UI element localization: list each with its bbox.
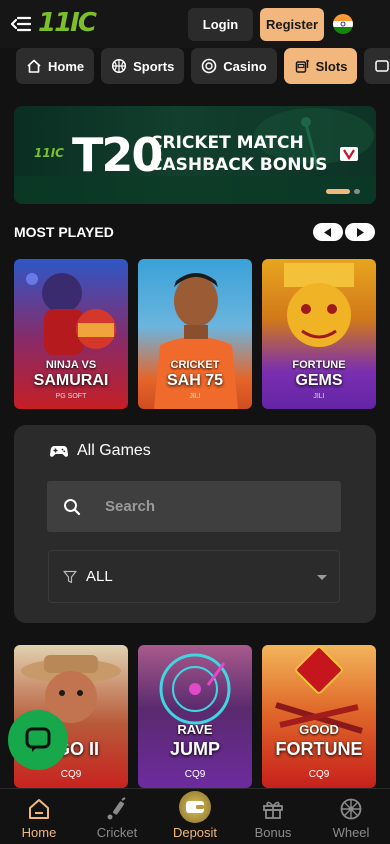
all-games-header: All Games xyxy=(50,442,151,460)
register-button[interactable]: Register xyxy=(260,8,324,41)
bottom-nav-deposit[interactable]: Deposit xyxy=(156,789,234,844)
wheel-icon xyxy=(340,798,362,820)
bottom-nav-deposit-label: Deposit xyxy=(172,825,218,840)
tab-casino-label: Casino xyxy=(223,58,267,74)
filter-icon xyxy=(63,570,77,583)
game-name-top: RAVE xyxy=(177,722,213,737)
live-chat-button[interactable] xyxy=(8,710,68,770)
tab-live[interactable]: L xyxy=(364,48,390,84)
carousel-dot-active[interactable] xyxy=(326,189,350,194)
game-provider: CQ9 xyxy=(184,769,206,780)
game-name-top: FORTUNE xyxy=(292,359,346,371)
game-provider: JILI xyxy=(189,393,201,400)
game-provider: CQ9 xyxy=(308,769,330,780)
game-card-fortune-gems[interactable]: FORTUNE GEMS JILI xyxy=(262,259,376,409)
chip-icon xyxy=(201,58,217,74)
gift-icon xyxy=(263,801,283,819)
india-flag-icon[interactable] xyxy=(333,14,353,34)
turntable-artwork-icon xyxy=(159,653,231,725)
game-card-good-fortune[interactable]: GOOD FORTUNE CQ9 xyxy=(262,645,376,788)
bottom-nav-bonus[interactable]: Bonus xyxy=(234,789,312,844)
game-card-ninja-vs-samurai[interactable]: NINJA VS SAMURAI PG SOFT xyxy=(14,259,128,409)
banner-t20-text: T20 xyxy=(72,128,163,182)
game-name-bottom: GEMS xyxy=(295,372,343,389)
tab-slots-label: Slots xyxy=(315,58,348,74)
search-box[interactable] xyxy=(47,481,341,532)
basketball-icon xyxy=(112,58,127,74)
tab-casino[interactable]: Casino xyxy=(191,48,277,84)
game-provider: CQ9 xyxy=(60,769,82,780)
live-icon xyxy=(375,60,390,72)
wallet-icon xyxy=(186,801,204,813)
bottom-nav-wheel-label: Wheel xyxy=(332,825,370,840)
bottom-nav: Home Cricket Deposit Bonus Wheel xyxy=(0,788,390,844)
banner-logo: 11IC xyxy=(34,146,64,160)
bottom-nav-wheel[interactable]: Wheel xyxy=(312,789,390,844)
chat-bubble-icon xyxy=(25,727,51,752)
carousel-dot[interactable] xyxy=(354,189,360,194)
chevron-down-icon xyxy=(317,575,327,580)
tab-slots[interactable]: Slots xyxy=(283,48,358,84)
game-card-cricket-sah-75[interactable]: CRICKET SAH 75 JILI xyxy=(138,259,252,409)
arrow-left-icon xyxy=(324,227,331,237)
tab-sports-label: Sports xyxy=(133,58,175,74)
banner-line-1: CRICKET MATCH xyxy=(150,133,304,153)
tab-home-label: Home xyxy=(48,58,85,74)
cricket-badge-icon xyxy=(340,147,358,161)
game-name-bottom: SAMURAI xyxy=(33,372,109,389)
brand-logo[interactable]: 11IC xyxy=(38,8,97,38)
filter-value: ALL xyxy=(86,568,113,585)
search-input[interactable] xyxy=(105,498,305,515)
tab-home[interactable]: Home xyxy=(16,48,95,84)
game-filter-select[interactable]: ALL xyxy=(48,550,340,603)
game-name-top: NINJA VS xyxy=(45,359,97,371)
prev-button[interactable] xyxy=(313,223,343,241)
game-name-top: GOOD xyxy=(299,722,339,737)
game-name-top: CRICKET xyxy=(170,359,220,371)
all-games-title: All Games xyxy=(77,442,151,459)
bottom-nav-home[interactable]: Home xyxy=(0,789,78,844)
game-name-bottom: FORTUNE xyxy=(275,739,363,759)
lantern-artwork-icon xyxy=(275,646,363,734)
search-icon xyxy=(64,498,81,515)
bottom-nav-cricket-label: Cricket xyxy=(96,825,138,840)
deposit-icon-wrap xyxy=(179,791,211,823)
bottom-nav-home-label: Home xyxy=(21,825,57,840)
arrow-right-icon xyxy=(357,227,364,237)
login-button[interactable]: Login xyxy=(188,8,253,41)
bottom-nav-cricket[interactable]: Cricket xyxy=(78,789,156,844)
bottom-nav-bonus-label: Bonus xyxy=(254,825,292,840)
game-card-rave-jump[interactable]: RAVE JUMP CQ9 xyxy=(138,645,252,788)
slot-machine-icon xyxy=(295,59,309,73)
next-button[interactable] xyxy=(345,223,375,241)
game-provider: PG SOFT xyxy=(55,393,87,400)
tab-sports[interactable]: Sports xyxy=(101,48,185,84)
promo-banner[interactable]: 11IC T20 CRICKET MATCH CASHBACK BONUS xyxy=(14,106,376,204)
house-icon xyxy=(27,59,41,73)
category-nav: Home Sports Casino Slots L xyxy=(0,48,390,90)
game-name-bottom: SAH 75 xyxy=(166,372,224,389)
most-played-title: MOST PLAYED xyxy=(14,224,114,240)
cricket-bat-icon xyxy=(107,797,126,820)
game-name-bottom: JUMP xyxy=(169,739,220,759)
top-header: 11IC Login Register xyxy=(0,0,390,48)
home-icon xyxy=(29,799,49,819)
banner-line-2: CASHBACK BONUS xyxy=(150,155,328,175)
menu-collapse-icon[interactable] xyxy=(10,13,32,35)
gamepad-icon xyxy=(50,445,68,457)
carousel-arrows xyxy=(313,223,375,241)
all-games-panel: All Games ALL xyxy=(14,425,376,623)
game-provider: JILI xyxy=(313,393,325,400)
